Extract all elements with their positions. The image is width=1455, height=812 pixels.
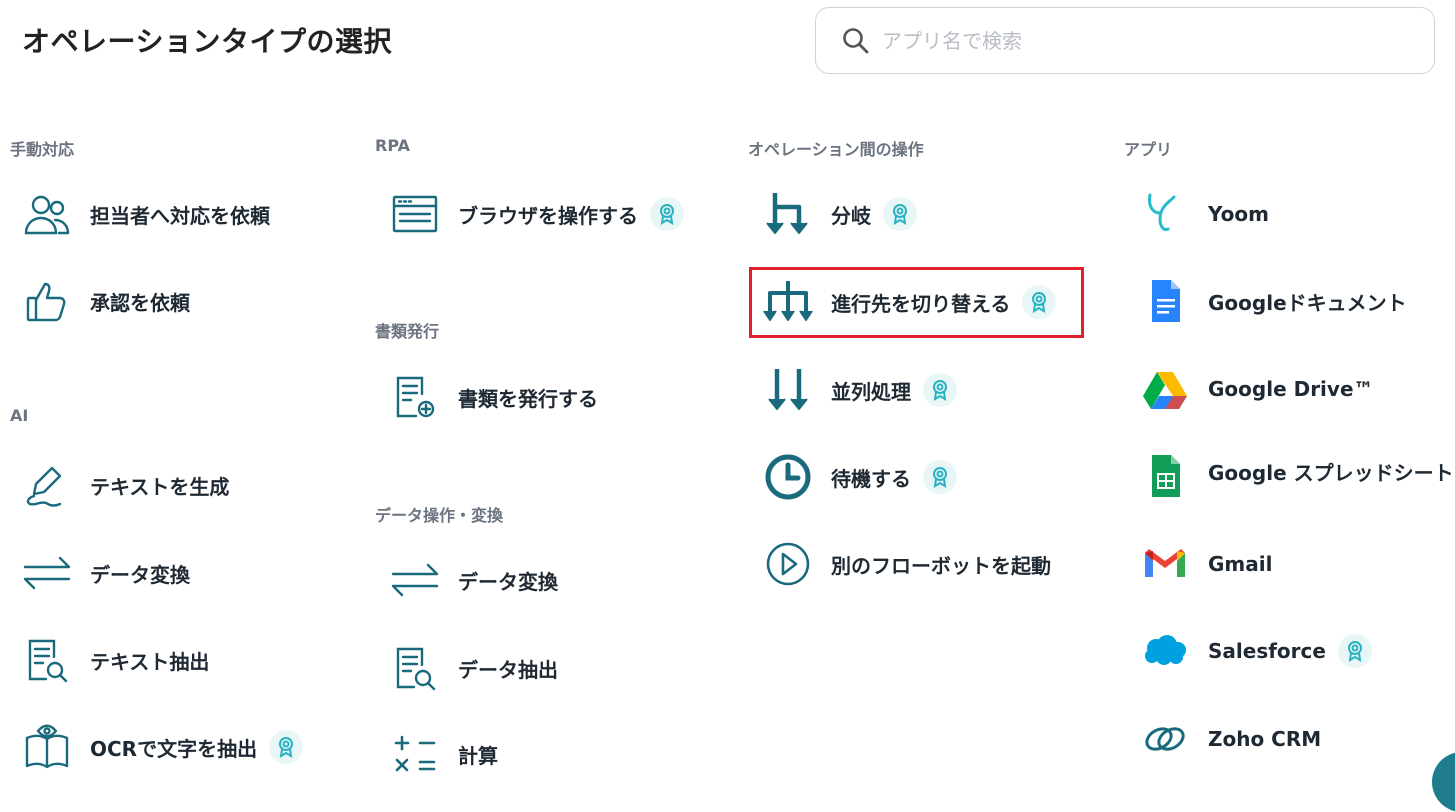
app-label: Zoho CRM <box>1208 727 1322 751</box>
operation-item-branch[interactable]: 分岐 <box>763 186 917 242</box>
app-label: Yoom <box>1208 202 1269 226</box>
gmail-icon <box>1140 539 1190 589</box>
app-label: Google Drive™ <box>1208 377 1374 401</box>
operation-label: 書類を発行する <box>458 386 598 411</box>
search-box[interactable] <box>815 7 1435 74</box>
app-item-google-drive[interactable]: Google Drive™ <box>1140 361 1374 417</box>
operation-item-issue-document[interactable]: 書類を発行する <box>390 369 598 425</box>
premium-badge-icon <box>923 460 957 494</box>
app-item-google-docs[interactable]: Googleドキュメント <box>1140 273 1407 329</box>
zoho-crm-icon <box>1140 714 1190 764</box>
premium-badge-icon <box>923 373 957 407</box>
section-heading-manual: 手動対応 <box>10 140 75 159</box>
app-label: Salesforce <box>1208 639 1326 663</box>
operation-item-calculate[interactable]: 計算 <box>390 726 498 782</box>
operation-label: ブラウザを操作する <box>458 203 638 228</box>
premium-badge-icon <box>1337 634 1372 668</box>
swap-arrows-icon <box>390 555 440 605</box>
section-heading-documents: 書類発行 <box>375 322 440 341</box>
operation-label: データ変換 <box>458 569 558 594</box>
operation-label: 待機する <box>831 466 911 491</box>
operation-label: 計算 <box>458 743 498 768</box>
play-circle-icon <box>763 539 813 589</box>
premium-badge-icon <box>1022 285 1057 319</box>
search-input[interactable] <box>880 27 1404 54</box>
operation-label: データ抽出 <box>458 657 558 682</box>
operation-item-wait[interactable]: 待機する <box>763 449 957 505</box>
google-sheets-icon <box>1140 451 1190 501</box>
google-docs-icon <box>1140 276 1190 326</box>
floating-action-button[interactable] <box>1432 752 1455 812</box>
app-item-salesforce[interactable]: Salesforce <box>1140 623 1372 679</box>
operation-label: 承認を依頼 <box>90 290 190 315</box>
operation-item-extract-text[interactable]: テキスト抽出 <box>22 632 209 688</box>
swap-arrows-icon <box>22 548 72 598</box>
premium-badge-icon <box>269 730 304 764</box>
operation-item-switch-destination[interactable]: 進行先を切り替える <box>763 274 1057 330</box>
operation-label: 分岐 <box>831 203 871 228</box>
app-item-google-sheets[interactable]: Google スプレッドシート <box>1140 441 1454 497</box>
clock-icon <box>763 452 813 502</box>
section-heading-between-ops: オペレーション間の操作 <box>748 140 924 159</box>
operation-item-browser[interactable]: ブラウザを操作する <box>390 186 684 242</box>
operation-item-data-extract[interactable]: データ抽出 <box>390 640 558 696</box>
document-add-icon <box>390 372 440 422</box>
section-heading-data-ops: データ操作・変換 <box>375 506 504 525</box>
thumbs-up-icon <box>22 276 72 326</box>
app-item-yoom[interactable]: Yoom <box>1140 186 1269 242</box>
operation-label: 並列処理 <box>831 379 911 404</box>
operation-item-generate-text[interactable]: テキストを生成 <box>22 457 229 513</box>
operation-item-data-convert[interactable]: データ変換 <box>390 552 558 608</box>
people-icon <box>22 189 72 239</box>
operation-label: テキストを生成 <box>90 474 230 499</box>
operation-label: 別のフローボットを起動 <box>831 553 1051 578</box>
operation-label: 担当者へ対応を依頼 <box>90 203 270 228</box>
app-item-gmail[interactable]: Gmail <box>1140 536 1272 592</box>
operation-item-request-assignee[interactable]: 担当者へ対応を依頼 <box>22 186 270 242</box>
operation-item-request-approval[interactable]: 承認を依頼 <box>22 273 190 329</box>
operation-item-ocr[interactable]: OCRで文字を抽出 <box>22 719 304 775</box>
salesforce-cloud-icon <box>1140 626 1190 676</box>
page-title: オペレーションタイプの選択 <box>22 25 392 58</box>
google-drive-icon <box>1140 364 1190 414</box>
premium-badge-icon <box>650 197 684 231</box>
operation-label: OCRで文字を抽出 <box>90 736 258 761</box>
search-icon <box>843 27 869 53</box>
parallel-arrows-icon <box>763 365 813 415</box>
app-label: Google スプレッドシート <box>1208 461 1454 485</box>
app-item-zoho-crm[interactable]: Zoho CRM <box>1140 711 1321 767</box>
operation-item-ai-data-convert[interactable]: データ変換 <box>22 545 190 601</box>
operation-label: データ変換 <box>90 562 190 587</box>
document-search-icon <box>22 635 72 685</box>
operation-label: 進行先を切り替える <box>831 291 1011 316</box>
section-heading-apps: アプリ <box>1124 140 1173 159</box>
multi-branch-icon <box>763 277 813 327</box>
yoom-logo-icon <box>1140 189 1190 239</box>
app-label: Googleドキュメント <box>1208 290 1407 315</box>
calculator-icon <box>390 729 440 779</box>
operation-item-launch-flowbot[interactable]: 別のフローボットを起動 <box>763 536 1051 592</box>
browser-window-icon <box>390 189 440 239</box>
app-label: Gmail <box>1208 552 1273 576</box>
pen-icon <box>22 460 72 510</box>
operation-label: テキスト抽出 <box>90 649 210 674</box>
branch-icon <box>763 189 813 239</box>
document-search-icon <box>390 643 440 693</box>
operation-item-parallel[interactable]: 並列処理 <box>763 362 957 418</box>
premium-badge-icon <box>883 197 917 231</box>
section-heading-rpa: RPA <box>375 136 410 155</box>
book-eye-icon <box>22 722 72 772</box>
section-heading-ai: AI <box>10 406 29 425</box>
